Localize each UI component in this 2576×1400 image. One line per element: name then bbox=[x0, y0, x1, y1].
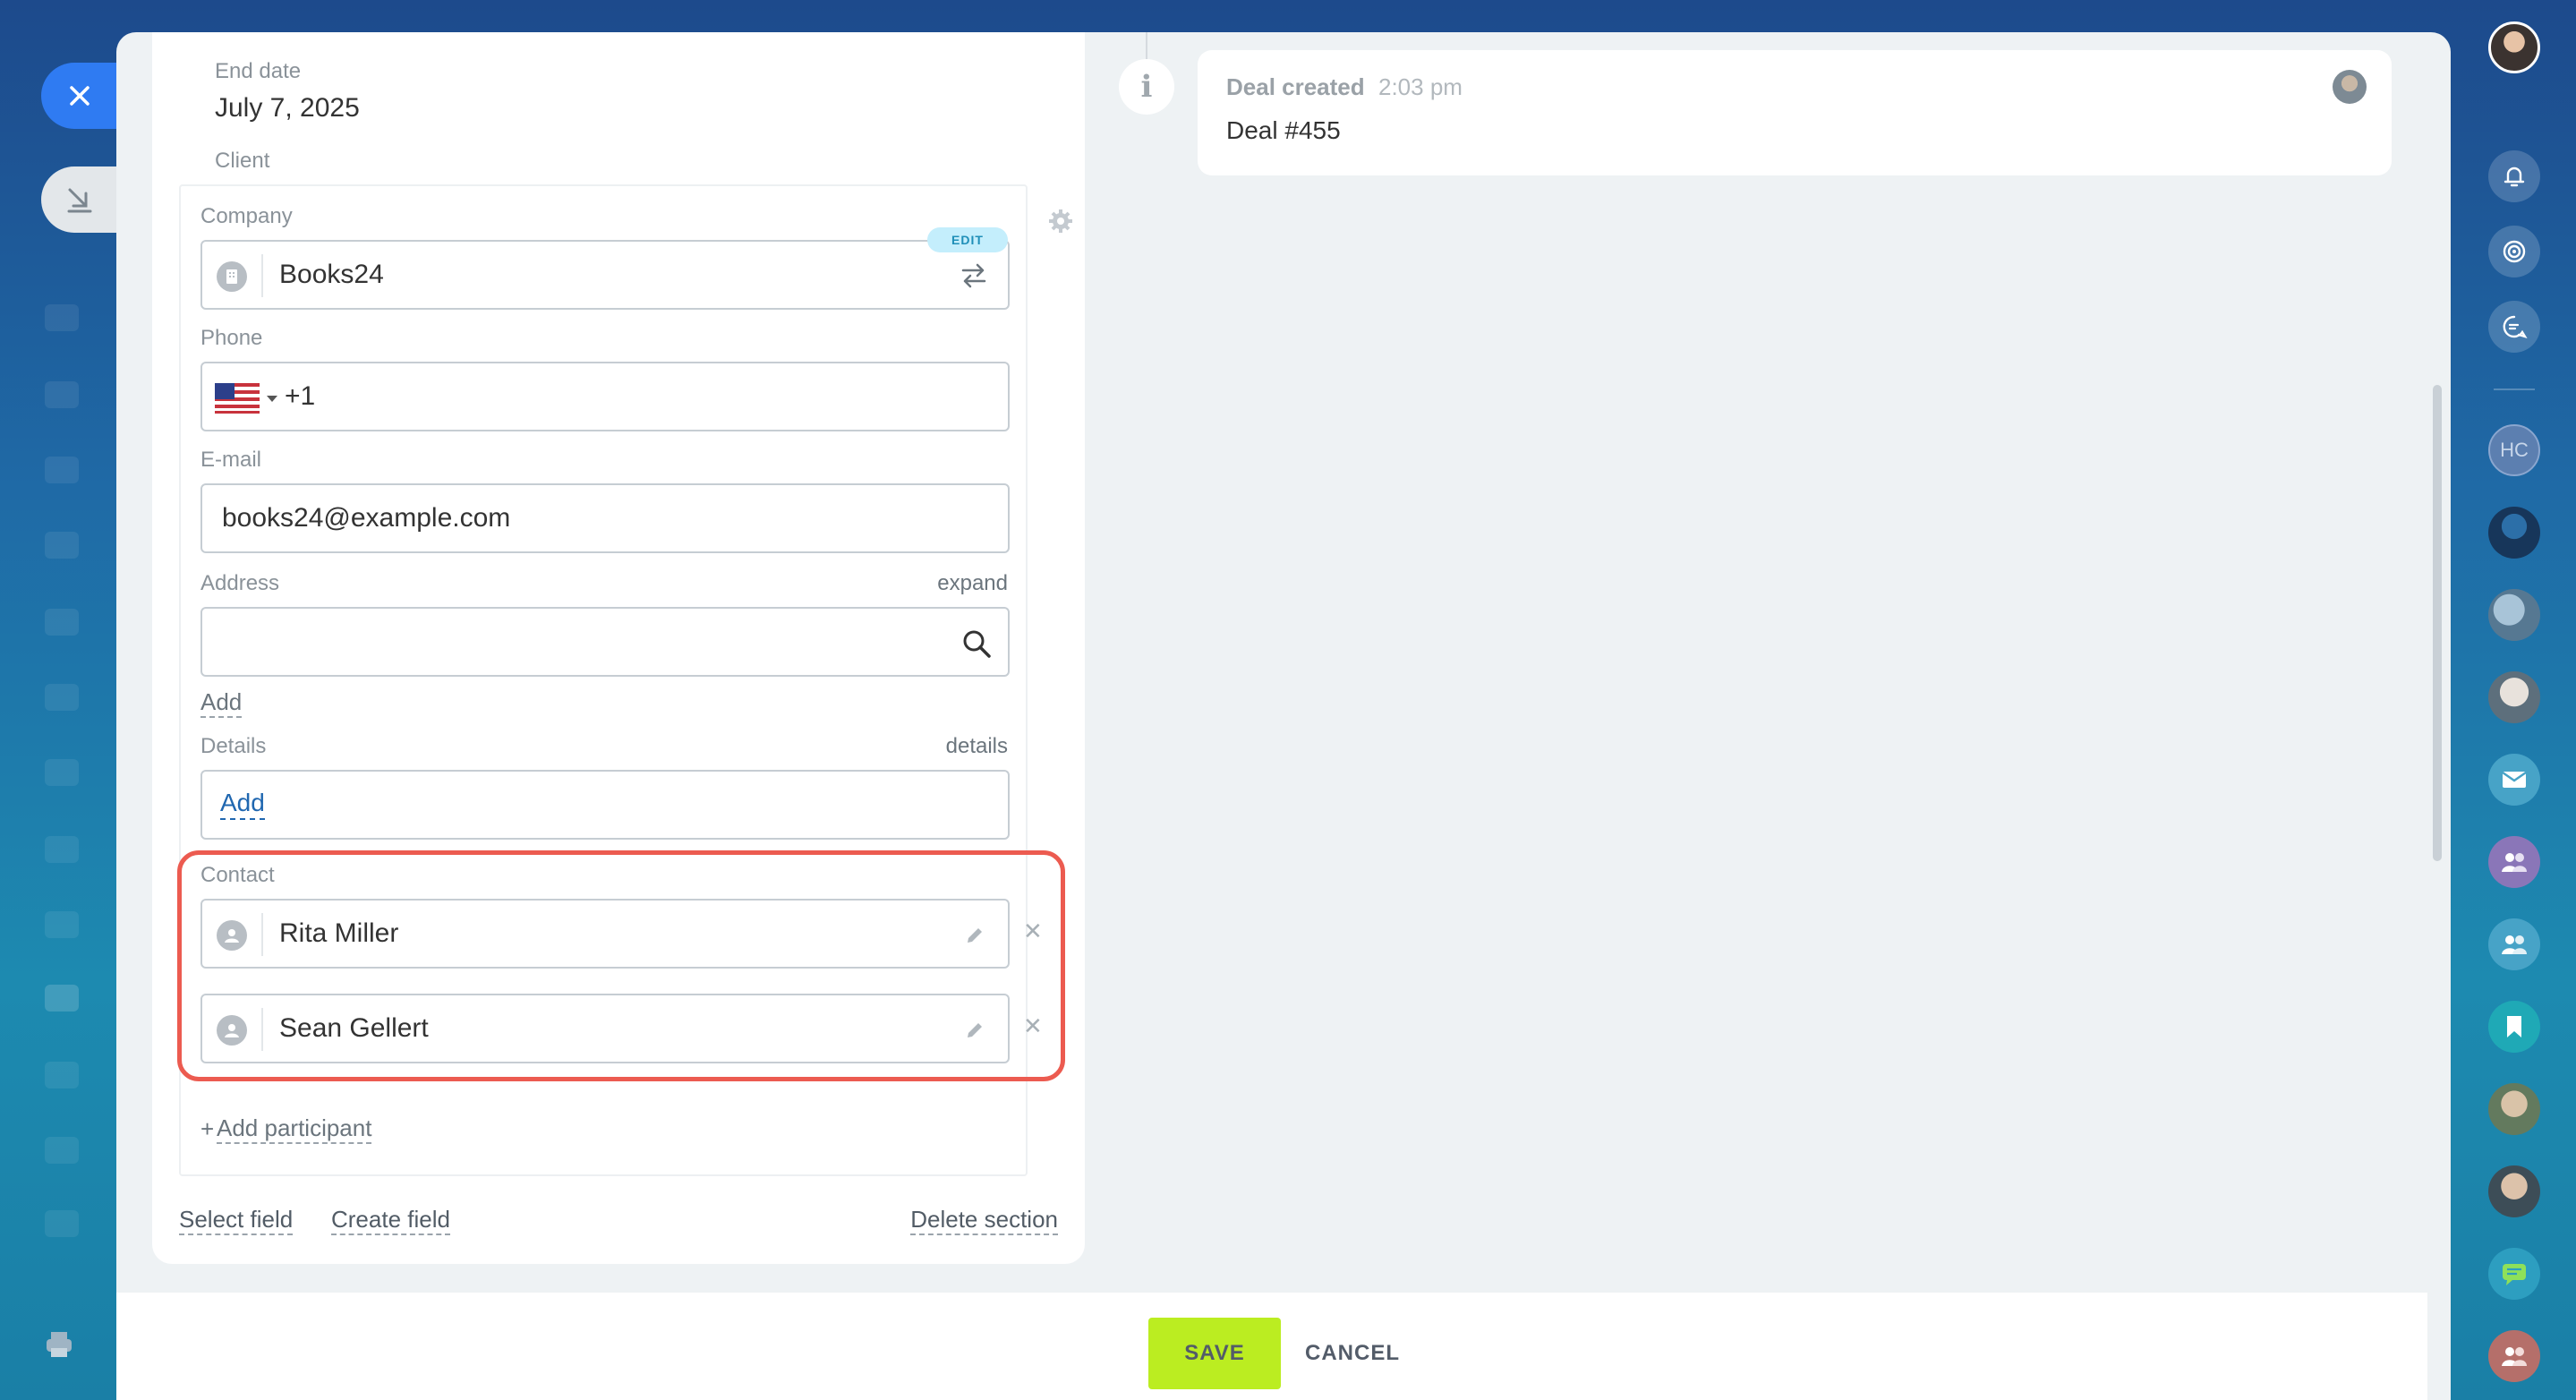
company-name: Books24 bbox=[279, 260, 384, 289]
details-label: Details bbox=[200, 734, 267, 758]
menu-icon bbox=[45, 1137, 79, 1164]
mail-icon[interactable] bbox=[2488, 754, 2540, 806]
menu-icon bbox=[45, 836, 79, 863]
email-value: books24@example.com bbox=[222, 503, 511, 533]
add-participant-plus: + bbox=[200, 1115, 215, 1142]
event-title: Deal created bbox=[1226, 73, 1365, 100]
remove-contact-icon[interactable]: ✕ bbox=[1023, 918, 1043, 945]
contact-highlight-outline bbox=[177, 850, 1065, 1081]
menu-icon bbox=[45, 1062, 79, 1088]
minimize-slider-button[interactable] bbox=[41, 166, 120, 233]
notifications-bell-icon[interactable] bbox=[2488, 150, 2540, 202]
group-chat-icon[interactable] bbox=[2488, 1330, 2540, 1382]
sidebar-divider bbox=[2494, 388, 2535, 390]
scrollbar[interactable] bbox=[2433, 385, 2442, 861]
menu-icon bbox=[45, 532, 79, 559]
group-avatar[interactable] bbox=[2488, 671, 2540, 723]
target-icon[interactable] bbox=[2488, 226, 2540, 277]
email-field[interactable]: books24@example.com bbox=[200, 483, 1010, 553]
address-field[interactable] bbox=[200, 607, 1010, 677]
remove-contact-icon[interactable]: ✕ bbox=[1023, 1012, 1043, 1040]
menu-icon bbox=[45, 911, 79, 938]
minimize-arrow-icon bbox=[67, 188, 92, 213]
menu-icon bbox=[45, 457, 79, 483]
client-label: Client bbox=[215, 149, 270, 173]
delete-section-link[interactable]: Delete section bbox=[910, 1205, 1058, 1235]
company-field[interactable]: Books24 EDIT bbox=[200, 227, 1010, 310]
menu-icon bbox=[45, 304, 79, 331]
create-field-link[interactable]: Create field bbox=[331, 1205, 450, 1235]
close-slider-button[interactable] bbox=[41, 63, 120, 129]
cancel-button[interactable]: CANCEL bbox=[1294, 1318, 1411, 1389]
address-expand-link[interactable]: expand bbox=[937, 571, 1008, 596]
footer-bar: SAVE CANCEL bbox=[116, 1293, 2427, 1400]
phone-label: Phone bbox=[200, 326, 263, 350]
details-field[interactable]: Add bbox=[200, 770, 1010, 840]
search-icon[interactable] bbox=[961, 628, 992, 659]
details-add-link[interactable]: Add bbox=[220, 788, 265, 820]
menu-icon bbox=[45, 684, 79, 711]
swap-icon[interactable] bbox=[960, 261, 988, 290]
user-avatar[interactable] bbox=[2488, 1165, 2540, 1217]
end-date-value[interactable]: July 7, 2025 bbox=[215, 93, 360, 124]
user-avatar[interactable] bbox=[2488, 1083, 2540, 1135]
bookmark-icon[interactable] bbox=[2488, 1001, 2540, 1053]
menu-icon bbox=[45, 609, 79, 636]
group-avatar[interactable] bbox=[2488, 589, 2540, 641]
info-icon: i bbox=[1119, 59, 1174, 115]
menu-icon bbox=[45, 381, 79, 408]
phone-value: +1 bbox=[285, 381, 316, 411]
field-separator bbox=[261, 254, 263, 297]
gear-icon[interactable] bbox=[1047, 208, 1074, 235]
initials-avatar[interactable]: HC bbox=[2488, 424, 2540, 476]
user-avatar[interactable] bbox=[2488, 21, 2540, 73]
details-link[interactable]: details bbox=[946, 734, 1008, 759]
phone-field[interactable]: +1 bbox=[200, 362, 1010, 431]
edit-badge[interactable]: EDIT bbox=[927, 227, 1008, 252]
chat-icon[interactable] bbox=[2488, 1248, 2540, 1300]
printer-icon[interactable] bbox=[43, 1328, 75, 1361]
select-field-link[interactable]: Select field bbox=[179, 1205, 294, 1235]
company-icon bbox=[217, 261, 247, 292]
end-date-label: End date bbox=[215, 59, 302, 83]
company-label: Company bbox=[200, 204, 293, 228]
menu-icon bbox=[45, 985, 79, 1012]
user-avatar[interactable] bbox=[2488, 507, 2540, 559]
deal-slider-panel: End date July 7, 2025 Client Company Boo… bbox=[116, 32, 2451, 1400]
timeline-event-card[interactable]: Deal created 2:03 pm Deal #455 bbox=[1198, 50, 2392, 175]
right-sidebar: HC bbox=[2451, 0, 2576, 1400]
group-chat-icon[interactable] bbox=[2488, 918, 2540, 970]
event-time: 2:03 pm bbox=[1378, 73, 1463, 100]
address-add-link[interactable]: Add bbox=[200, 687, 243, 718]
menu-icon bbox=[45, 1210, 79, 1237]
address-label: Address bbox=[200, 571, 280, 595]
add-participant-link[interactable]: Add participant bbox=[217, 1114, 372, 1144]
menu-icon bbox=[45, 759, 79, 786]
us-flag-icon[interactable] bbox=[215, 383, 260, 414]
email-label: E-mail bbox=[200, 448, 262, 472]
group-chat-icon[interactable] bbox=[2488, 836, 2540, 888]
close-icon bbox=[70, 86, 90, 106]
event-body[interactable]: Deal #455 bbox=[1226, 116, 1341, 145]
avatar[interactable] bbox=[2333, 70, 2367, 104]
chevron-down-icon[interactable] bbox=[267, 396, 277, 403]
chat-search-icon[interactable] bbox=[2488, 301, 2540, 353]
save-button[interactable]: SAVE bbox=[1148, 1318, 1281, 1389]
